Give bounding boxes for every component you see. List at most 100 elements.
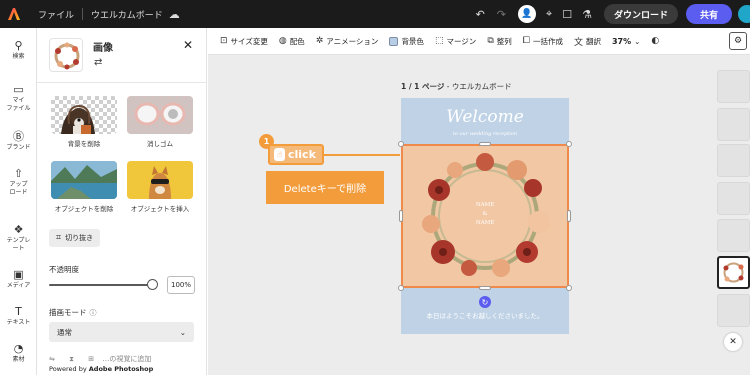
text-icon: T	[15, 305, 22, 318]
file-menu[interactable]: ファイル	[38, 8, 74, 21]
rail-item-label: マイ ファイル	[6, 97, 31, 112]
delete-instruction: Deleteキーで削除	[266, 171, 384, 204]
invite-user-icon[interactable]: 👤	[518, 5, 537, 23]
resize-button[interactable]: ⊡ サイズ変更	[220, 36, 268, 47]
filter-icon[interactable]: ⧗	[69, 355, 74, 363]
blend-mode-select[interactable]: 通常 ⌄	[49, 322, 194, 342]
margin-icon: ⬚	[434, 36, 444, 46]
click-annotation: ☝ click	[268, 144, 324, 165]
resize-handle-right[interactable]	[567, 210, 571, 222]
close-icon[interactable]: ✕	[183, 38, 193, 52]
info-icon[interactable]: ⓘ	[90, 309, 97, 317]
share-button[interactable]: 共有	[685, 4, 732, 24]
download-button[interactable]: ダウンロード	[603, 4, 678, 24]
template-icon: ❖	[13, 223, 24, 236]
resize-handle-bottom-right[interactable]	[566, 285, 572, 291]
welcome-heading[interactable]: Welcome	[401, 107, 569, 127]
blend-mode-value: 通常	[57, 327, 72, 337]
search-icon: ⚲	[14, 39, 23, 52]
bulk-create-button[interactable]: ⧠ 一括作成	[523, 36, 563, 47]
folder-icon: ▭	[13, 83, 24, 96]
resize-handle-bottom-left[interactable]	[398, 285, 404, 291]
page-thumbnail[interactable]	[717, 294, 750, 327]
avatar[interactable]	[738, 5, 750, 23]
page-thumbnail[interactable]	[717, 144, 750, 177]
rail-item-label: 素材	[12, 356, 25, 363]
rail-item-brand[interactable]: Ⓑ ブランド	[0, 131, 37, 152]
insert-object-tool[interactable]: オブジェクトを挿入	[127, 161, 193, 213]
rail-item-media[interactable]: ▣ メディア	[0, 269, 37, 290]
annotation-connector	[324, 154, 400, 156]
background-color-button[interactable]: 背景色	[389, 36, 424, 47]
page-thumbnail[interactable]	[717, 182, 750, 215]
rail-item-search[interactable]: ⚲ 検索	[0, 40, 37, 61]
pointer-hand-icon: ☝	[274, 148, 285, 161]
redo-icon[interactable]: ↷	[497, 8, 506, 21]
animation-button[interactable]: ✲ アニメーション	[316, 36, 379, 47]
location-pin-icon[interactable]: ⌖	[546, 7, 552, 21]
page-thumbnail[interactable]	[717, 108, 750, 141]
lake-image-icon	[51, 161, 117, 199]
adobe-express-logo[interactable]	[0, 0, 28, 28]
eraser-tool[interactable]: 消しゴム	[127, 96, 193, 148]
page-thumbnail[interactable]	[717, 219, 750, 252]
page-thumbnail-active[interactable]	[717, 256, 750, 289]
rail-item-my-files[interactable]: ▭ マイ ファイル	[0, 84, 37, 113]
translate-button[interactable]: 文翻訳	[574, 35, 601, 48]
wreath-thumbnail-icon	[54, 42, 80, 70]
resize-handle-top-left[interactable]	[398, 141, 404, 147]
name-1[interactable]: NAME	[401, 201, 569, 210]
resize-handle-top-right[interactable]	[566, 141, 572, 147]
name-2[interactable]: NAME	[401, 219, 569, 228]
zoom-control[interactable]: 37% ⌄	[612, 37, 640, 46]
layers-button[interactable]: ◐	[651, 36, 662, 46]
footer-text: …の視覚に追加	[102, 355, 152, 363]
resize-handle-left[interactable]	[399, 210, 403, 222]
color-scheme-button[interactable]: ◍ 配色	[279, 36, 305, 47]
rail-item-label: メディア	[6, 282, 31, 289]
resize-icon: ⊡	[220, 36, 228, 46]
adobe-logo-icon	[8, 8, 20, 20]
page-thumbnail[interactable]	[717, 70, 750, 103]
resize-handle-top[interactable]	[479, 142, 491, 146]
panel-title: 画像	[93, 43, 113, 54]
undo-icon[interactable]: ↶	[476, 8, 485, 21]
blend-mode-label: 描画モード	[49, 308, 87, 317]
rail-item-text[interactable]: T テキスト	[0, 306, 37, 327]
adjust-icon[interactable]: ⇋	[49, 355, 55, 363]
page-indicator: 1 / 1 ページ	[401, 82, 445, 91]
opacity-slider-track[interactable]	[49, 284, 153, 286]
tool-label: オブジェクトを削除	[54, 205, 114, 213]
margin-button[interactable]: ⬚ マージン	[435, 36, 476, 47]
couple-names: NAME & NAME	[401, 201, 569, 228]
opacity-slider-handle[interactable]	[147, 279, 158, 290]
powered-prefix: Powered by	[49, 365, 87, 373]
rotate-handle-icon[interactable]: ↻	[479, 296, 491, 308]
remove-background-tool[interactable]: 背景を削除	[51, 96, 117, 148]
welcome-message[interactable]: 本日はようこそお越しくださいました。	[401, 310, 569, 320]
rail-item-label: テキスト	[6, 319, 31, 326]
rail-item-elements[interactable]: ◔ 素材	[0, 343, 37, 364]
comment-icon[interactable]: ☐	[562, 8, 572, 21]
tool-label: オブジェクトを挿入	[130, 205, 190, 213]
opacity-input[interactable]: 100%	[167, 276, 195, 294]
rail-item-upload[interactable]: ⇧ アップ ロード	[0, 168, 37, 197]
shiba-image-icon	[127, 161, 193, 199]
flask-icon[interactable]: ⚗	[582, 8, 592, 21]
replace-image-icon[interactable]: ⇄	[94, 57, 102, 68]
arrange-button[interactable]: ⧉ 整列	[487, 36, 511, 47]
rail-item-templates[interactable]: ❖ テンプレ ート	[0, 224, 37, 253]
dog-image-icon	[61, 104, 95, 134]
crop-button[interactable]: ⌗ 切り抜き	[49, 229, 101, 247]
document-title[interactable]: ウエルカムボード	[91, 8, 163, 21]
remove-object-tool[interactable]: オブジェクトを削除	[51, 161, 117, 213]
adjust-settings-icon[interactable]: ⚙	[729, 32, 747, 50]
welcome-subheading[interactable]: to our wedding reception	[401, 131, 569, 137]
resize-handle-bottom[interactable]	[479, 286, 491, 290]
translate-label: 翻訳	[585, 36, 601, 46]
opacity-label: 不透明度	[49, 265, 79, 274]
add-icon[interactable]: ⊞	[88, 355, 94, 363]
close-icon[interactable]: ✕	[724, 333, 742, 351]
selected-image-thumbnail	[49, 38, 83, 72]
ampersand[interactable]: &	[401, 210, 569, 219]
